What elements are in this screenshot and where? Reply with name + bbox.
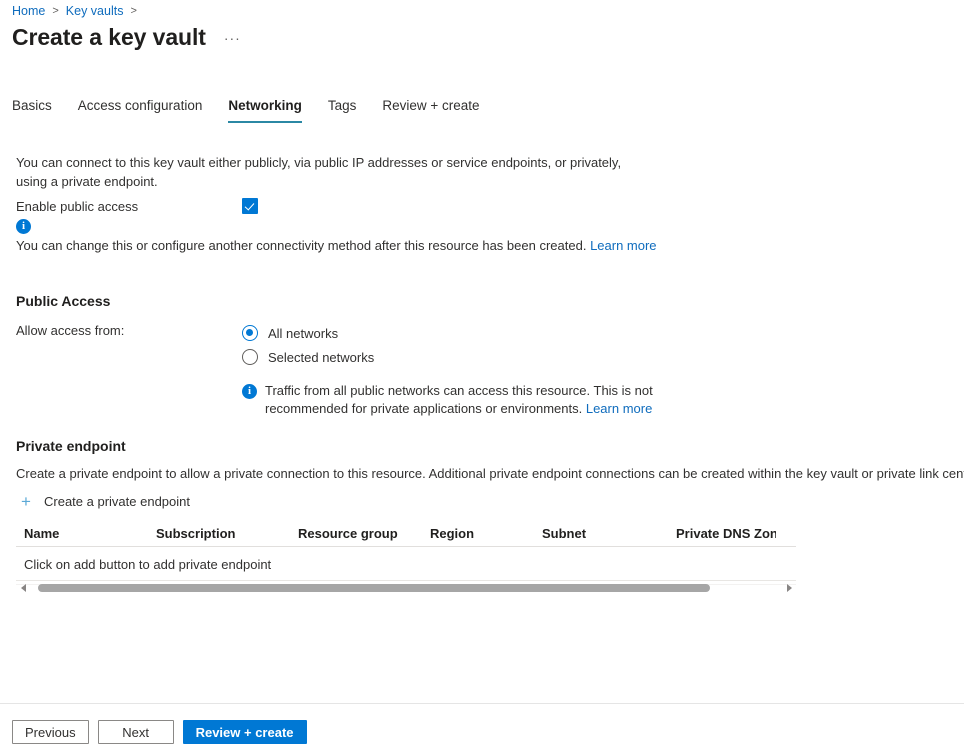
review-create-button[interactable]: Review + create: [183, 720, 307, 744]
radio-all-networks-label: All networks: [268, 326, 338, 341]
table-horizontal-scrollbar[interactable]: [16, 580, 796, 595]
column-header-subscription[interactable]: Subscription: [156, 526, 298, 541]
scroll-left-icon[interactable]: [16, 581, 30, 595]
previous-button[interactable]: Previous: [12, 720, 89, 744]
info-icon: i: [16, 219, 31, 234]
enable-public-access-row: Enable public access: [16, 198, 716, 214]
public-access-heading: Public Access: [16, 293, 110, 309]
breadcrumb-item-key-vaults[interactable]: Key vaults: [66, 4, 124, 18]
tab-networking[interactable]: Networking: [228, 96, 302, 123]
scrollbar-track[interactable]: [30, 581, 782, 595]
radio-all-networks-icon[interactable]: [242, 325, 258, 341]
info-icon: i: [242, 384, 257, 399]
breadcrumb-item-home[interactable]: Home: [12, 4, 45, 18]
private-endpoint-description-text: Create a private endpoint to allow a pri…: [16, 466, 964, 481]
page-title: Create a key vault: [12, 22, 206, 52]
column-header-resource-group[interactable]: Resource group: [298, 526, 430, 541]
public-access-note-text: You can change this or configure another…: [16, 238, 586, 253]
enable-public-access-label: Enable public access: [16, 199, 242, 214]
column-header-subnet[interactable]: Subnet: [542, 526, 676, 541]
tab-access-configuration[interactable]: Access configuration: [78, 96, 203, 123]
traffic-info-note: i Traffic from all public networks can a…: [242, 382, 694, 418]
traffic-note-learn-more-link[interactable]: Learn more: [586, 401, 652, 416]
allow-access-from-radio-group: All networks Selected networks: [242, 321, 374, 369]
public-access-note-learn-more-link[interactable]: Learn more: [590, 238, 656, 253]
breadcrumb-separator-icon: >: [130, 5, 136, 17]
page-header: Create a key vault ···: [12, 22, 241, 55]
private-endpoint-heading: Private endpoint: [16, 438, 126, 454]
private-endpoint-table: Name Subscription Resource group Region …: [16, 520, 796, 585]
tab-tags[interactable]: Tags: [328, 96, 357, 123]
plus-icon: +: [18, 493, 34, 510]
allow-access-from-label: Allow access from:: [16, 321, 242, 338]
radio-option-all-networks[interactable]: All networks: [242, 321, 374, 345]
table-header-row: Name Subscription Resource group Region …: [16, 520, 796, 547]
column-header-name[interactable]: Name: [16, 526, 156, 541]
radio-selected-networks-icon[interactable]: [242, 349, 258, 365]
private-endpoint-description: Create a private endpoint to allow a pri…: [16, 465, 956, 483]
networking-intro-text: You can connect to this key vault either…: [16, 153, 642, 191]
allow-access-from-row: Allow access from: All networks Selected…: [16, 321, 736, 369]
scrollbar-thumb[interactable]: [38, 584, 710, 592]
more-options-icon[interactable]: ···: [224, 23, 241, 53]
create-private-endpoint-button[interactable]: + Create a private endpoint: [18, 491, 190, 511]
wizard-footer: Previous Next Review + create: [12, 720, 316, 744]
column-header-private-dns-zone[interactable]: Private DNS Zone: [676, 526, 776, 541]
tab-basics[interactable]: Basics: [12, 96, 52, 123]
wizard-tabs: Basics Access configuration Networking T…: [12, 96, 506, 123]
next-button[interactable]: Next: [98, 720, 174, 744]
radio-selected-networks-label: Selected networks: [268, 350, 374, 365]
tab-review-create[interactable]: Review + create: [382, 96, 479, 123]
breadcrumb-separator-icon: >: [52, 5, 58, 17]
create-private-endpoint-label: Create a private endpoint: [44, 494, 190, 509]
scroll-right-icon[interactable]: [782, 581, 796, 595]
column-header-region[interactable]: Region: [430, 526, 542, 541]
footer-divider: [0, 703, 964, 704]
public-access-note: i You can change this or configure anoth…: [16, 217, 716, 255]
enable-public-access-checkbox[interactable]: [242, 198, 258, 214]
breadcrumb: Home > Key vaults >: [12, 2, 144, 20]
radio-option-selected-networks[interactable]: Selected networks: [242, 345, 374, 369]
